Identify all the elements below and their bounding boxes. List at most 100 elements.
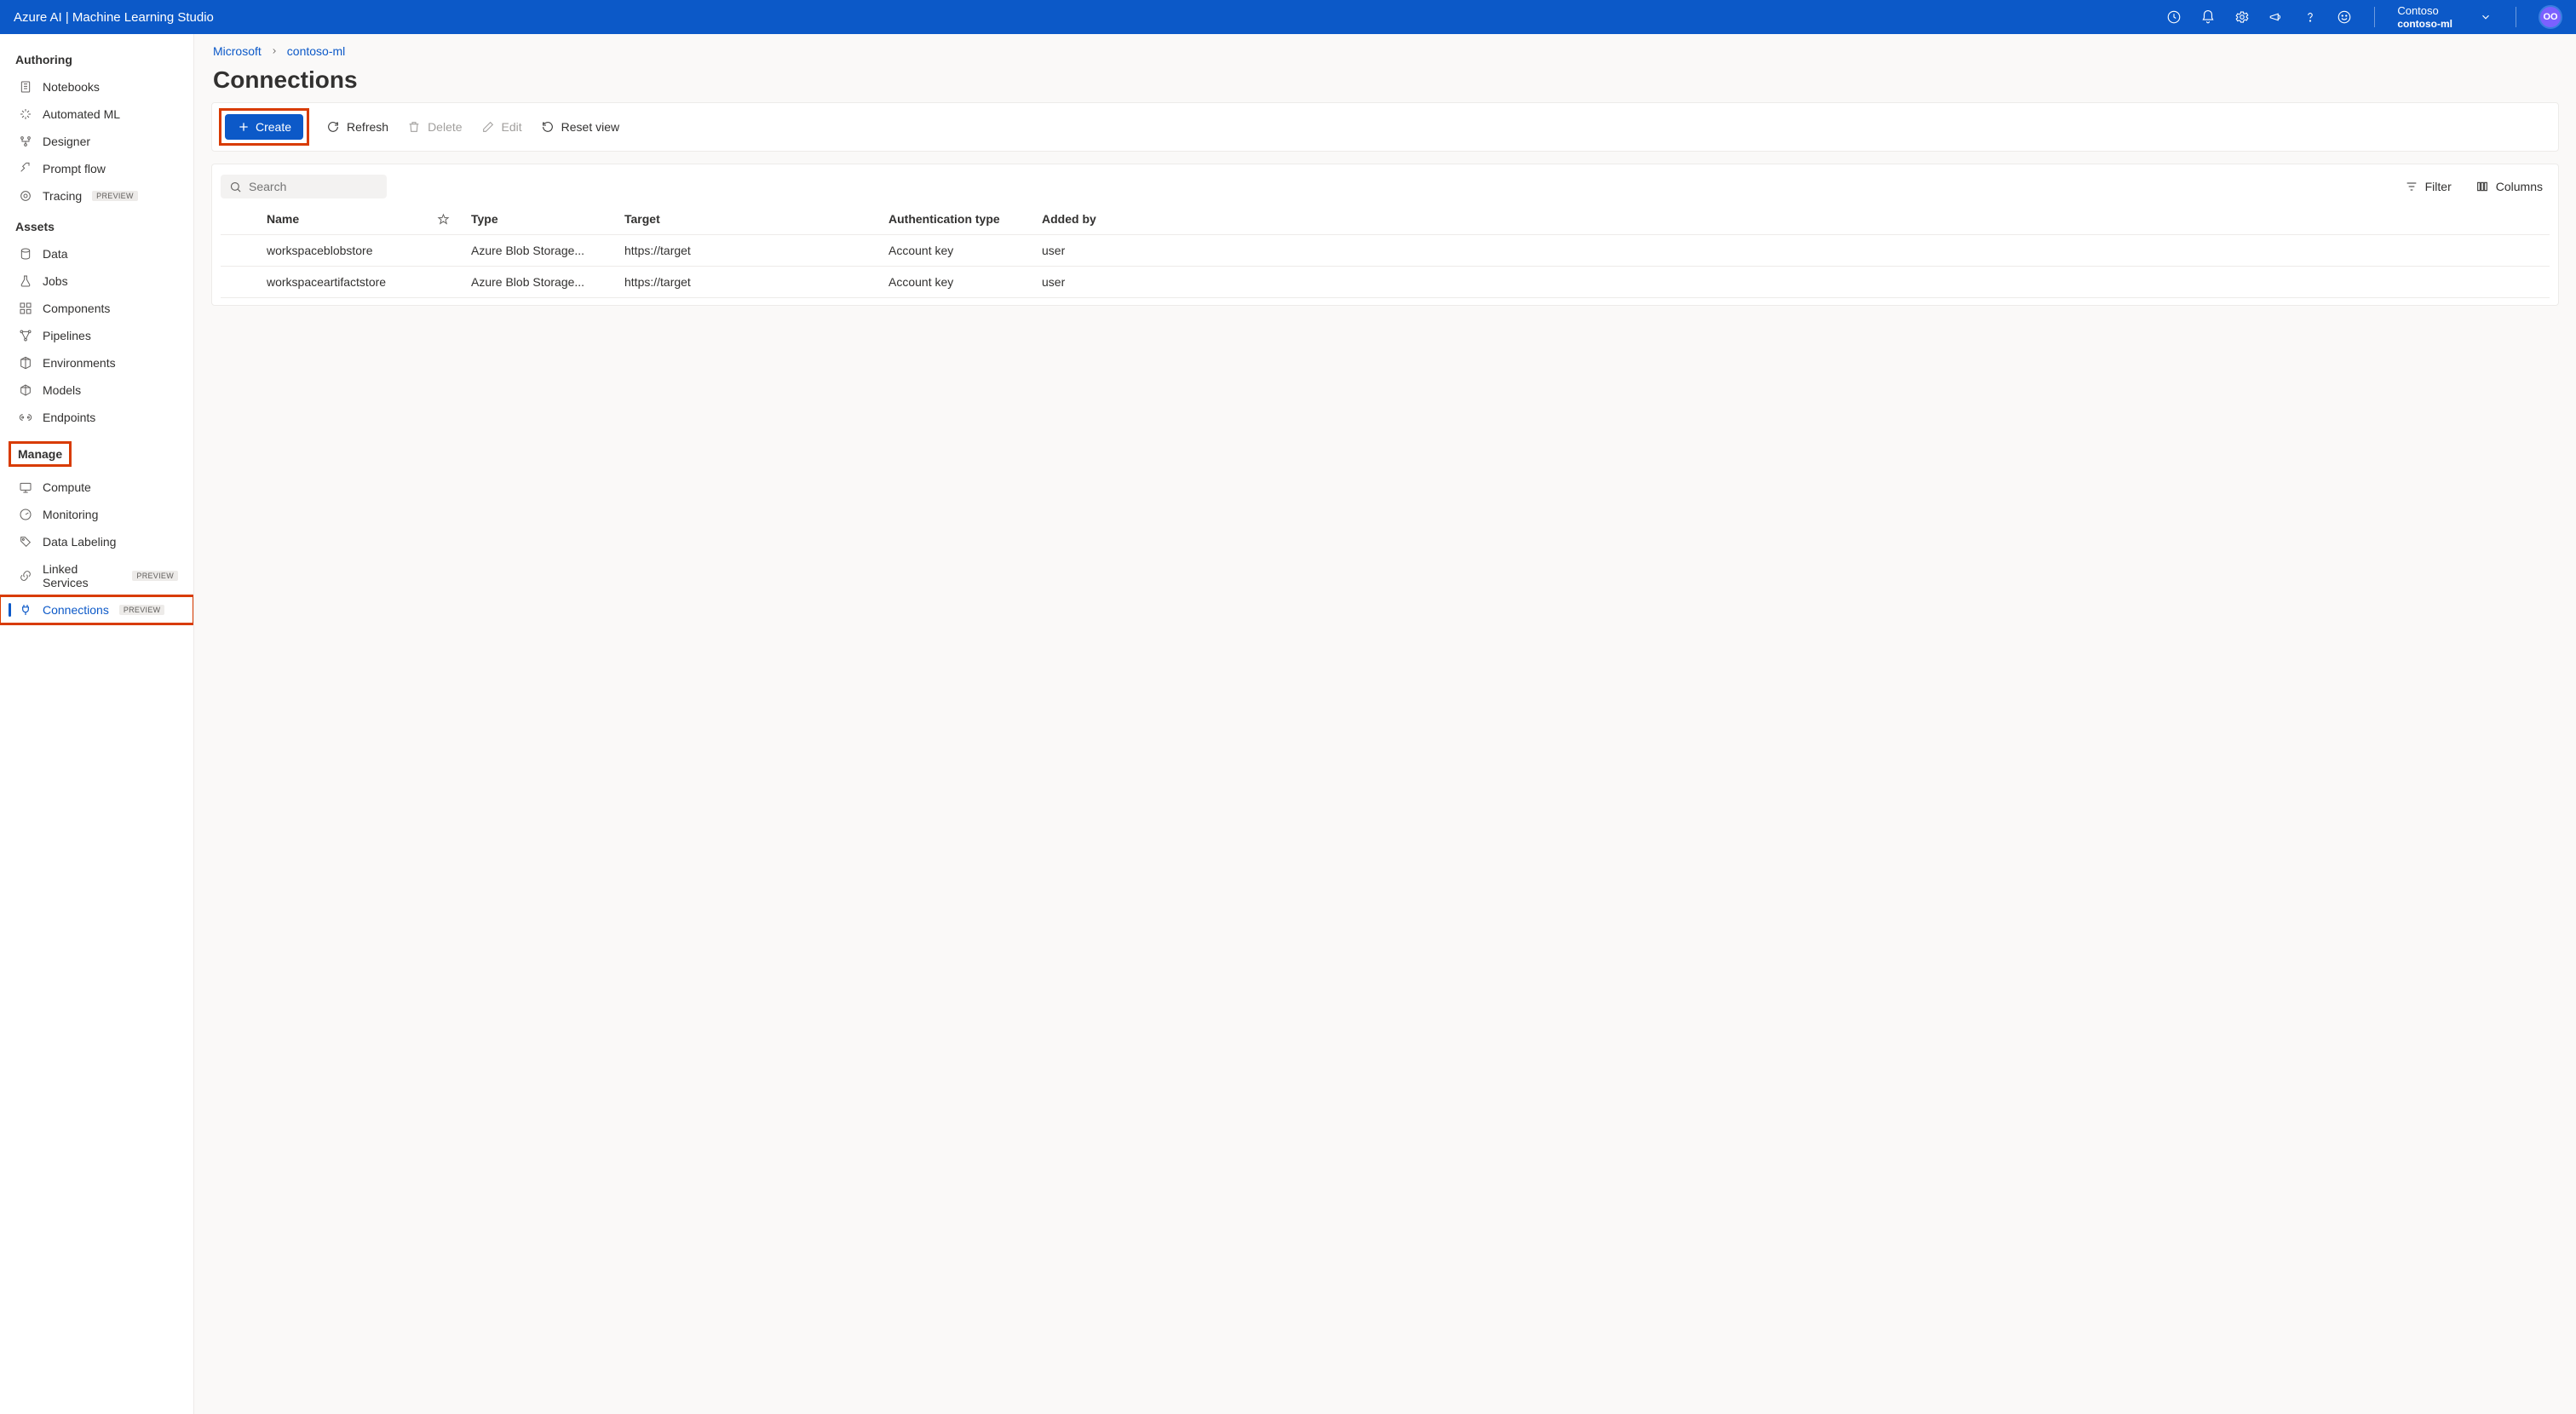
help-icon[interactable] <box>2303 9 2318 25</box>
sidebar-item-label: Endpoints <box>43 411 95 424</box>
preview-badge: PREVIEW <box>92 191 138 201</box>
filter-label: Filter <box>2425 180 2452 193</box>
cell-target: https://target <box>624 275 888 289</box>
filter-icon <box>2405 180 2418 193</box>
cell-added: user <box>1042 244 2546 257</box>
chevron-right-icon <box>270 47 279 55</box>
connections-table: Name Type Target Authentication type Add… <box>221 204 2550 298</box>
plug-icon <box>19 603 32 617</box>
breadcrumb-root[interactable]: Microsoft <box>213 44 262 58</box>
chevron-down-icon[interactable] <box>2478 9 2493 25</box>
smile-icon[interactable] <box>2337 9 2352 25</box>
org-workspace: contoso-ml <box>2397 18 2452 30</box>
components-icon <box>19 302 32 315</box>
table-header: Name Type Target Authentication type Add… <box>221 204 2550 235</box>
compute-icon <box>19 480 32 494</box>
sidebar-item-label: Models <box>43 383 81 397</box>
sidebar-item-jobs[interactable]: Jobs <box>0 267 193 295</box>
monitoring-icon <box>19 508 32 521</box>
sidebar-item-connections[interactable]: Connections PREVIEW <box>0 596 193 624</box>
org-name: Contoso <box>2397 4 2452 18</box>
sidebar-item-pipelines[interactable]: Pipelines <box>0 322 193 349</box>
search-icon <box>229 181 242 193</box>
gear-icon[interactable] <box>2234 9 2250 25</box>
delete-button[interactable]: Delete <box>405 117 463 137</box>
col-added[interactable]: Added by <box>1042 212 2546 226</box>
columns-label: Columns <box>2496 180 2543 193</box>
bell-icon[interactable] <box>2200 9 2216 25</box>
sidebar-item-datalabeling[interactable]: Data Labeling <box>0 528 193 555</box>
columns-icon <box>2475 180 2489 193</box>
cell-name: workspaceblobstore <box>267 244 437 257</box>
search-input[interactable] <box>249 180 378 193</box>
sidebar-item-label: Monitoring <box>43 508 98 521</box>
sidebar-item-label: Connections <box>43 603 109 617</box>
sidebar-item-automl[interactable]: Automated ML <box>0 101 193 128</box>
sidebar-item-data[interactable]: Data <box>0 240 193 267</box>
sidebar-section-assets: Assets <box>0 210 193 240</box>
topbar: Azure AI | Machine Learning Studio Conto… <box>0 0 2576 34</box>
toolbar: Create Refresh Delete Edit Reset view <box>211 102 2559 152</box>
breadcrumb: Microsoft contoso-ml <box>211 44 2559 58</box>
search-wrap[interactable] <box>221 175 387 198</box>
pencil-icon <box>481 120 495 134</box>
app-title: Azure AI | Machine Learning Studio <box>14 10 214 25</box>
refresh-label: Refresh <box>347 120 388 134</box>
preview-badge: PREVIEW <box>132 571 178 581</box>
main-content: Microsoft contoso-ml Connections Create … <box>194 34 2576 1414</box>
columns-button[interactable]: Columns <box>2474 176 2544 197</box>
promptflow-icon <box>19 162 32 175</box>
reset-view-button[interactable]: Reset view <box>539 117 621 137</box>
col-name[interactable]: Name <box>267 212 437 226</box>
cell-added: user <box>1042 275 2546 289</box>
col-target[interactable]: Target <box>624 212 888 226</box>
cell-type: Azure Blob Storage... <box>471 244 624 257</box>
cell-target: https://target <box>624 244 888 257</box>
sidebar-item-environments[interactable]: Environments <box>0 349 193 376</box>
breadcrumb-child[interactable]: contoso-ml <box>287 44 345 58</box>
flask-icon <box>19 274 32 288</box>
pipelines-icon <box>19 329 32 342</box>
megaphone-icon[interactable] <box>2268 9 2284 25</box>
sidebar-item-compute[interactable]: Compute <box>0 474 193 501</box>
models-icon <box>19 383 32 397</box>
table-card: Filter Columns Name Type Target Authenti… <box>211 164 2559 306</box>
notebook-icon <box>19 80 32 94</box>
sidebar-item-linkedservices[interactable]: Linked Services PREVIEW <box>0 555 193 596</box>
avatar[interactable]: OO <box>2539 5 2562 29</box>
create-button-label: Create <box>256 120 291 134</box>
col-auth[interactable]: Authentication type <box>888 212 1042 226</box>
endpoints-icon <box>19 411 32 424</box>
designer-icon <box>19 135 32 148</box>
filter-button[interactable]: Filter <box>2403 176 2453 197</box>
org-switcher[interactable]: Contoso contoso-ml <box>2397 4 2452 30</box>
star-icon[interactable] <box>437 213 471 226</box>
sidebar-item-promptflow[interactable]: Prompt flow <box>0 155 193 182</box>
automl-icon <box>19 107 32 121</box>
sidebar-item-models[interactable]: Models <box>0 376 193 404</box>
sidebar-item-components[interactable]: Components <box>0 295 193 322</box>
preview-badge: PREVIEW <box>119 605 165 615</box>
cell-auth: Account key <box>888 275 1042 289</box>
sidebar-item-tracing[interactable]: Tracing PREVIEW <box>0 182 193 210</box>
sidebar-item-label: Prompt flow <box>43 162 106 175</box>
page-title: Connections <box>211 66 2559 94</box>
table-row[interactable]: workspaceartifactstore Azure Blob Storag… <box>221 267 2550 298</box>
sidebar-item-monitoring[interactable]: Monitoring <box>0 501 193 528</box>
refresh-button[interactable]: Refresh <box>325 117 390 137</box>
sidebar-item-designer[interactable]: Designer <box>0 128 193 155</box>
clock-icon[interactable] <box>2166 9 2182 25</box>
sidebar-item-notebooks[interactable]: Notebooks <box>0 73 193 101</box>
sidebar-item-label: Jobs <box>43 274 68 288</box>
edit-button[interactable]: Edit <box>480 117 524 137</box>
table-row[interactable]: workspaceblobstore Azure Blob Storage...… <box>221 235 2550 267</box>
tracing-icon <box>19 189 32 203</box>
trash-icon <box>407 120 421 134</box>
sidebar-item-label: Designer <box>43 135 90 148</box>
create-button[interactable]: Create <box>225 114 303 140</box>
link-icon <box>19 569 32 583</box>
reset-label: Reset view <box>561 120 619 134</box>
sidebar-item-endpoints[interactable]: Endpoints <box>0 404 193 431</box>
col-type[interactable]: Type <box>471 212 624 226</box>
plus-icon <box>237 120 250 134</box>
